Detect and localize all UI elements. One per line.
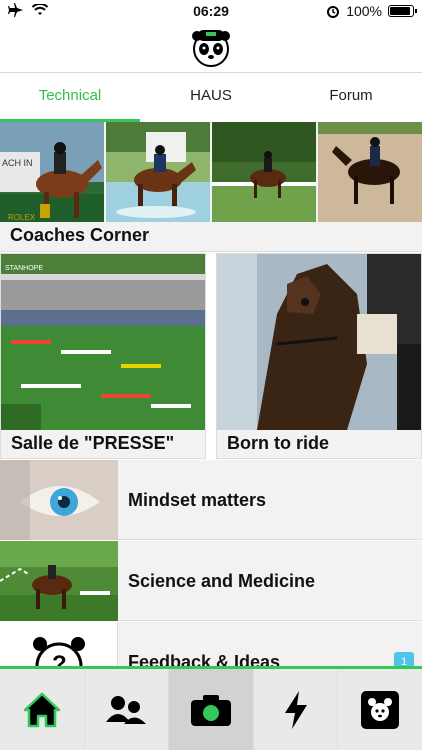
coaches-photo-1: ACH IN ROLEX <box>0 122 104 222</box>
born-to-ride-title: Born to ride <box>227 433 329 453</box>
panda-logo-icon[interactable] <box>190 26 232 68</box>
list-item-label: Science and Medicine <box>128 571 316 591</box>
born-to-ride-photo <box>217 254 421 430</box>
lightning-icon <box>284 690 307 729</box>
tab-technical[interactable]: Technical <box>0 73 140 119</box>
svg-text:ROLEX: ROLEX <box>8 213 36 222</box>
battery-icon <box>388 5 417 17</box>
salle-de-presse-card[interactable]: STANHOPE Salle de "PRESSE" <box>0 253 206 459</box>
nav-activity[interactable] <box>254 669 339 750</box>
nav-profile[interactable] <box>338 669 422 750</box>
list-item-label: Mindset matters <box>128 490 267 510</box>
nav-camera[interactable] <box>169 669 254 750</box>
born-to-ride-card[interactable]: Born to ride <box>216 253 422 459</box>
list-item-mindset[interactable]: Mindset matters <box>0 460 422 540</box>
people-icon <box>106 695 147 724</box>
bottom-navigation <box>0 666 422 750</box>
mindset-thumbnail <box>0 460 118 540</box>
tab-bar: Technical HAUS Forum <box>0 72 422 123</box>
camera-icon <box>190 694 231 726</box>
coaches-photo-3 <box>212 122 316 222</box>
coaches-photo-4 <box>318 122 422 222</box>
salle-de-presse-title: Salle de "PRESSE" <box>11 433 175 453</box>
nav-home[interactable] <box>0 669 85 750</box>
coaches-photo-2 <box>106 122 210 222</box>
tab-forum[interactable]: Forum <box>281 73 421 119</box>
nav-people[interactable] <box>85 669 170 750</box>
svg-text:STANHOPE: STANHOPE <box>5 265 43 272</box>
salle-de-presse-photo: STANHOPE <box>1 254 205 430</box>
svg-text:ACH IN: ACH IN <box>2 158 33 168</box>
home-icon <box>23 692 61 727</box>
alarm-icon <box>327 6 340 18</box>
battery-percent: 100% <box>346 3 382 19</box>
status-bar: 06:29 100% <box>0 0 422 24</box>
coaches-photo-strip: ACH IN ROLEX <box>0 122 422 222</box>
coaches-corner-title: Coaches Corner <box>10 225 150 245</box>
tab-haus[interactable]: HAUS <box>141 73 281 119</box>
list-item-science[interactable]: Science and Medicine <box>0 541 422 621</box>
coaches-corner-card[interactable]: ACH IN ROLEX Coaches Corner <box>0 122 422 252</box>
science-thumbnail <box>0 541 118 621</box>
profile-icon <box>361 690 400 729</box>
